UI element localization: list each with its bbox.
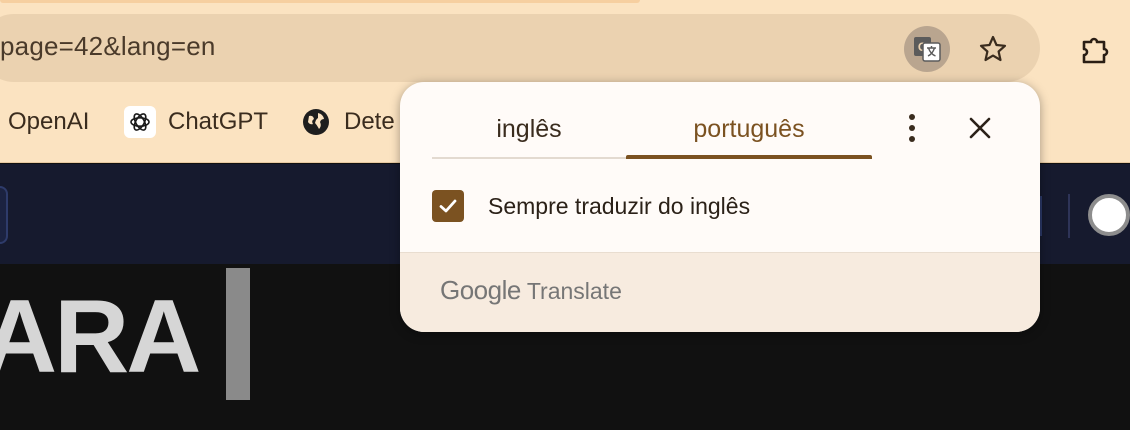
brand-translate: Translate <box>526 278 622 304</box>
always-translate-checkbox[interactable] <box>432 190 464 222</box>
more-options-button[interactable] <box>892 108 932 148</box>
brand-google: Google <box>440 275 521 305</box>
translate-icon: G <box>914 37 941 62</box>
close-button[interactable] <box>960 108 1000 148</box>
text-cursor <box>226 268 250 400</box>
nav-button[interactable] <box>0 186 8 244</box>
url-text[interactable]: page=42&lang=en <box>0 29 216 63</box>
translate-popup: inglês português Sempre traduzir do ingl… <box>400 82 1040 332</box>
address-bar[interactable]: page=42&lang=en G <box>0 14 1040 82</box>
google-translate-brand: Google Translate <box>440 275 622 309</box>
selected-tab-indicator <box>626 155 872 159</box>
checkmark-icon <box>439 199 457 213</box>
bookmark-label: OpenAI <box>8 108 90 135</box>
nav-divider <box>1068 194 1070 238</box>
bookmark-dete[interactable]: Dete <box>300 98 395 146</box>
more-vert-icon <box>909 114 915 142</box>
tab-target-language[interactable]: português <box>626 106 872 156</box>
bookmark-label: ChatGPT <box>168 108 269 135</box>
bookmark-label: Dete <box>344 108 395 135</box>
theme-toggle[interactable] <box>1088 194 1130 236</box>
always-translate-label: Sempre traduzir do inglês <box>488 192 751 219</box>
extension-icon <box>1082 37 1109 64</box>
star-icon <box>979 35 1007 62</box>
popup-footer: Google Translate <box>400 252 1040 332</box>
globe-icon <box>300 106 332 138</box>
bookmark-star-button[interactable] <box>970 26 1016 72</box>
active-tab-edge <box>0 0 640 3</box>
extensions-button[interactable] <box>1072 26 1118 72</box>
tab-source-language[interactable]: inglês <box>432 106 626 156</box>
hero-heading: ARA <box>0 279 201 395</box>
always-translate-row[interactable]: Sempre traduzir do inglês <box>432 190 750 222</box>
openai-logo-icon <box>124 106 156 138</box>
bookmark-openai[interactable]: OpenAI <box>8 98 89 146</box>
translate-button[interactable]: G <box>904 26 950 72</box>
close-icon <box>969 117 991 139</box>
bookmark-chatgpt[interactable]: ChatGPT <box>124 98 268 146</box>
